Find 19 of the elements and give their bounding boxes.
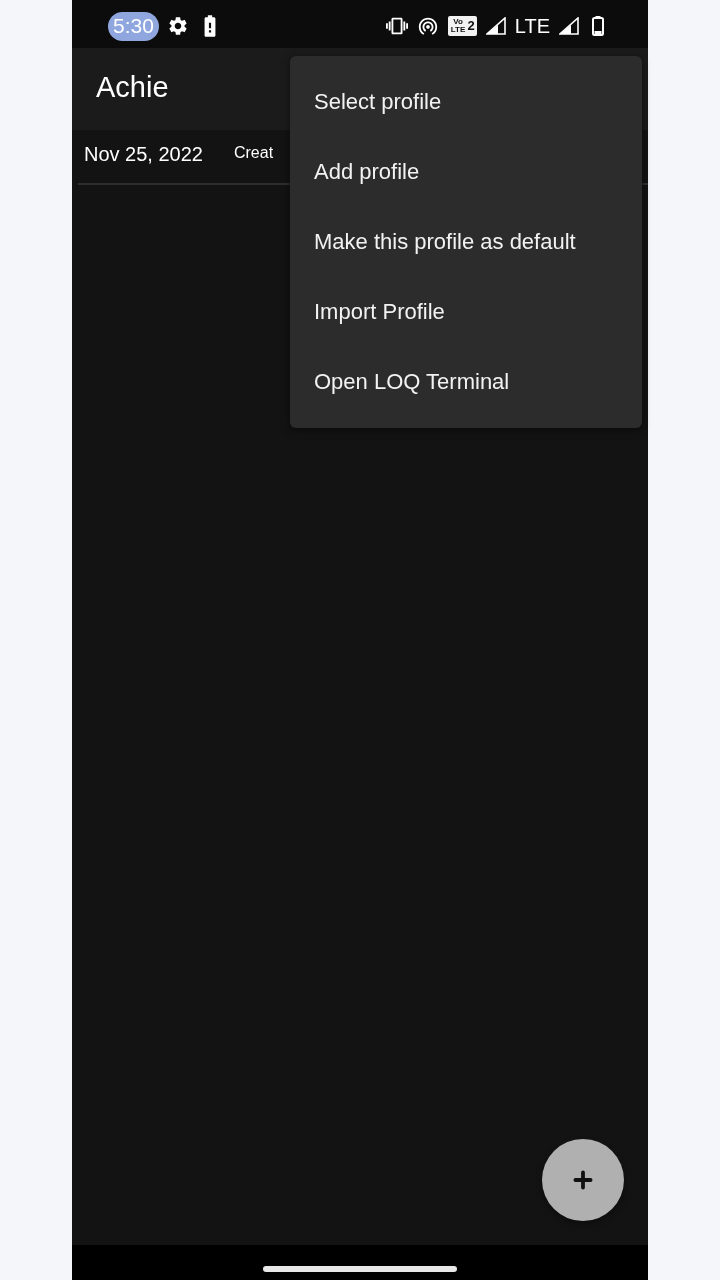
hotspot-icon (416, 15, 439, 37)
network-type: LTE (514, 14, 550, 38)
cell-signal-icon (485, 17, 506, 35)
volte-label: Vo LTE (449, 18, 467, 34)
menu-item[interactable]: Import Profile (290, 277, 642, 347)
menu-item[interactable]: Select profile (290, 67, 642, 137)
entry-date: Nov 25, 2022 (84, 143, 203, 166)
home-handle[interactable] (263, 1265, 457, 1272)
battery-icon (592, 16, 604, 36)
app-title: Achie (96, 70, 169, 104)
cell-signal-icon (559, 17, 579, 35)
volte-sim-number: 2 (467, 19, 475, 33)
menu-item[interactable]: Add profile (290, 137, 642, 207)
menu-item[interactable]: Make this profile as default (290, 207, 642, 277)
menu-item[interactable]: Open LOQ Terminal (290, 347, 642, 417)
entry-text: Creat (234, 143, 274, 162)
vibrate-icon (385, 15, 408, 37)
settings-icon (166, 15, 189, 37)
status-time: 5:30 (108, 11, 159, 41)
